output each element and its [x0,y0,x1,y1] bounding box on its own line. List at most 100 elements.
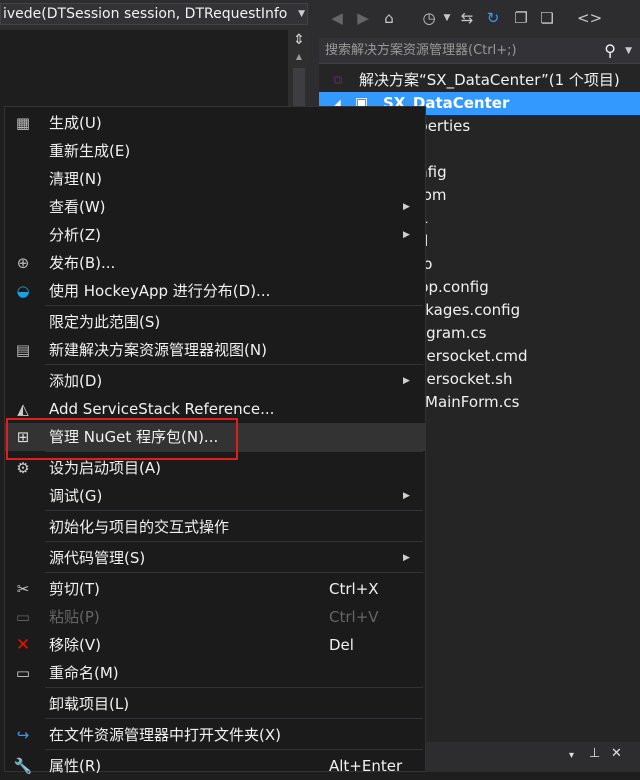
tree-item-label: ckages.config [417,301,521,319]
search-input[interactable]: 搜索解决方案资源管理器(Ctrl+;) [319,38,640,64]
submenu-arrow-icon: ▶ [403,202,410,212]
submenu-arrow-icon: ▶ [403,376,410,386]
menu-item-label: 在文件资源管理器中打开文件夹(X) [49,726,281,744]
menu-item-label: 移除(V) [49,636,101,654]
menu-item-debug[interactable]: 调试(G) ▶ [5,482,425,510]
close-icon[interactable]: ✕ [611,746,622,761]
menu-item-label: 添加(D) [49,372,103,390]
menu-item-label: 查看(W) [49,198,106,216]
menu-item-shortcut: Ctrl+V [329,608,379,626]
menu-item-label: 剪切(T) [49,580,100,598]
search-placeholder: 搜索解决方案资源管理器(Ctrl+;) [325,43,517,58]
solution-node[interactable]: ⧉ 解决方案“SX_DataCenter”(1 个项目) [319,69,640,92]
tree-item-label: ogram.cs [417,324,487,342]
remove-x-icon: ✕ [15,635,31,655]
history-icon[interactable]: ◷ [419,8,439,28]
menu-item-source-control[interactable]: 源代码管理(S) ▶ [5,544,425,572]
dropdown-icon[interactable]: ▾ [569,750,574,761]
scissors-icon: ✂ [16,580,30,598]
menu-item-unload[interactable]: 卸载项目(L) [5,690,425,718]
build-icon: ▦ [15,114,31,132]
tree-item-label: persocket.sh [417,370,513,388]
menu-item-analyze[interactable]: 分析(Z) ▶ [5,221,425,249]
open-folder-icon: ↪ [16,726,30,744]
menu-item-publish[interactable]: ⊕ 发布(B)... [5,249,425,277]
menu-item-build[interactable]: ▦ 生成(U) [5,109,425,137]
menu-item-shortcut: Ctrl+X [329,580,379,598]
menu-item-shortcut: Alt+Enter [329,757,403,775]
chevron-down-icon[interactable]: ▼ [625,38,632,64]
menu-item-label: 重命名(M) [49,664,119,682]
tree-item-label: MainForm.cs [425,393,520,411]
show-all-files-icon[interactable]: ❏ [537,8,557,28]
publish-globe-icon: ⊕ [16,254,30,272]
menu-item-label: 重新生成(E) [49,142,131,160]
editor-navigation-bar: ivede(DTSession session, DTRequestInfo ▼ [0,0,310,31]
highlight-box [6,418,238,460]
menu-item-label: 清理(N) [49,170,102,188]
menu-item-remove[interactable]: ✕ 移除(V) Del [5,631,425,659]
menu-item-label: 限定为此范围(S) [49,313,161,331]
menu-item-interactive[interactable]: 初始化与项目的交互式操作 [5,513,425,541]
menu-separator [45,572,423,573]
menu-separator [45,687,423,688]
forward-icon[interactable]: ▶ [353,8,373,28]
sync-icon[interactable]: ⇆ [457,8,477,28]
chevron-down-icon[interactable]: ▼ [437,8,457,28]
menu-item-paste: ▭ 粘贴(P) Ctrl+V [5,603,425,631]
paste-icon: ▭ [15,608,31,626]
method-dropdown-value: ivede(DTSession session, DTRequestInfo [3,6,288,22]
back-icon[interactable]: ◀ [327,8,347,28]
menu-item-label: 调试(G) [49,487,103,505]
home-icon[interactable]: ⌂ [379,8,399,28]
menu-item-cut[interactable]: ✂ 剪切(T) Ctrl+X [5,575,425,603]
menu-item-clean[interactable]: 清理(N) [5,165,425,193]
scroll-up-icon[interactable]: ▲ [288,52,310,66]
menu-item-new-view[interactable]: ▤ 新建解决方案资源管理器视图(N) [5,336,425,364]
menu-item-label: 新建解决方案资源管理器视图(N) [49,341,267,359]
menu-item-label: 卸载项目(L) [49,695,130,713]
menu-item-shortcut: Del [329,636,354,654]
menu-item-label: 生成(U) [49,114,102,132]
menu-separator [45,510,423,511]
split-icon[interactable]: ⇕ [288,30,310,50]
code-view-icon[interactable]: <> [577,8,602,28]
chevron-down-icon: ▼ [298,9,305,19]
menu-item-add[interactable]: 添加(D) ▶ [5,367,425,395]
menu-item-label: 发布(B)... [49,254,116,272]
rename-icon: ▭ [15,664,31,682]
menu-item-label: 属性(R) [49,757,102,775]
menu-item-label: 使用 HockeyApp 进行分布(D)... [49,282,271,300]
submenu-arrow-icon: ▶ [403,553,410,563]
collapse-all-icon[interactable]: ❐ [511,8,531,28]
menu-item-properties[interactable]: 🔧 属性(R) Alt+Enter [5,752,425,780]
pin-icon[interactable]: ⊥ [589,746,600,761]
menu-separator [45,541,423,542]
method-dropdown[interactable]: ivede(DTSession session, DTRequestInfo ▼ [0,3,308,25]
menu-separator [45,749,423,750]
menu-item-label: 初始化与项目的交互式操作 [49,518,230,536]
menu-item-scope[interactable]: 限定为此范围(S) [5,308,425,336]
menu-item-label: 粘贴(P) [49,608,100,626]
tree-item-label: pp.config [419,278,489,296]
menu-item-rebuild[interactable]: 重新生成(E) [5,137,425,165]
solution-explorer-toolbar: ◀ ▶ ⌂ ◷ ▼ ⇆ ↻ ❐ ❏ <> [319,0,640,38]
menu-item-rename[interactable]: ▭ 重命名(M) [5,659,425,687]
menu-item-label: 源代码管理(S) [49,549,146,567]
hockeyapp-icon: ◒ [16,282,30,300]
submenu-arrow-icon: ▶ [403,491,410,501]
menu-item-view[interactable]: 查看(W) ▶ [5,193,425,221]
menu-item-label: 分析(Z) [49,226,101,244]
solution-label: 解决方案“SX_DataCenter”(1 个项目) [359,71,620,89]
menu-separator [45,305,423,306]
submenu-arrow-icon: ▶ [403,230,410,240]
menu-separator [45,718,423,719]
menu-separator [45,364,423,365]
menu-item-open-folder[interactable]: ↪ 在文件资源管理器中打开文件夹(X) [5,721,425,749]
properties-icon: 🔧 [13,757,33,775]
search-icon[interactable]: ⚲ [604,38,616,64]
solution-icon: ⧉ [333,73,343,88]
refresh-icon[interactable]: ↻ [483,8,503,28]
menu-item-hockeyapp[interactable]: ◒ 使用 HockeyApp 进行分布(D)... [5,277,425,305]
new-view-icon: ▤ [15,341,31,359]
